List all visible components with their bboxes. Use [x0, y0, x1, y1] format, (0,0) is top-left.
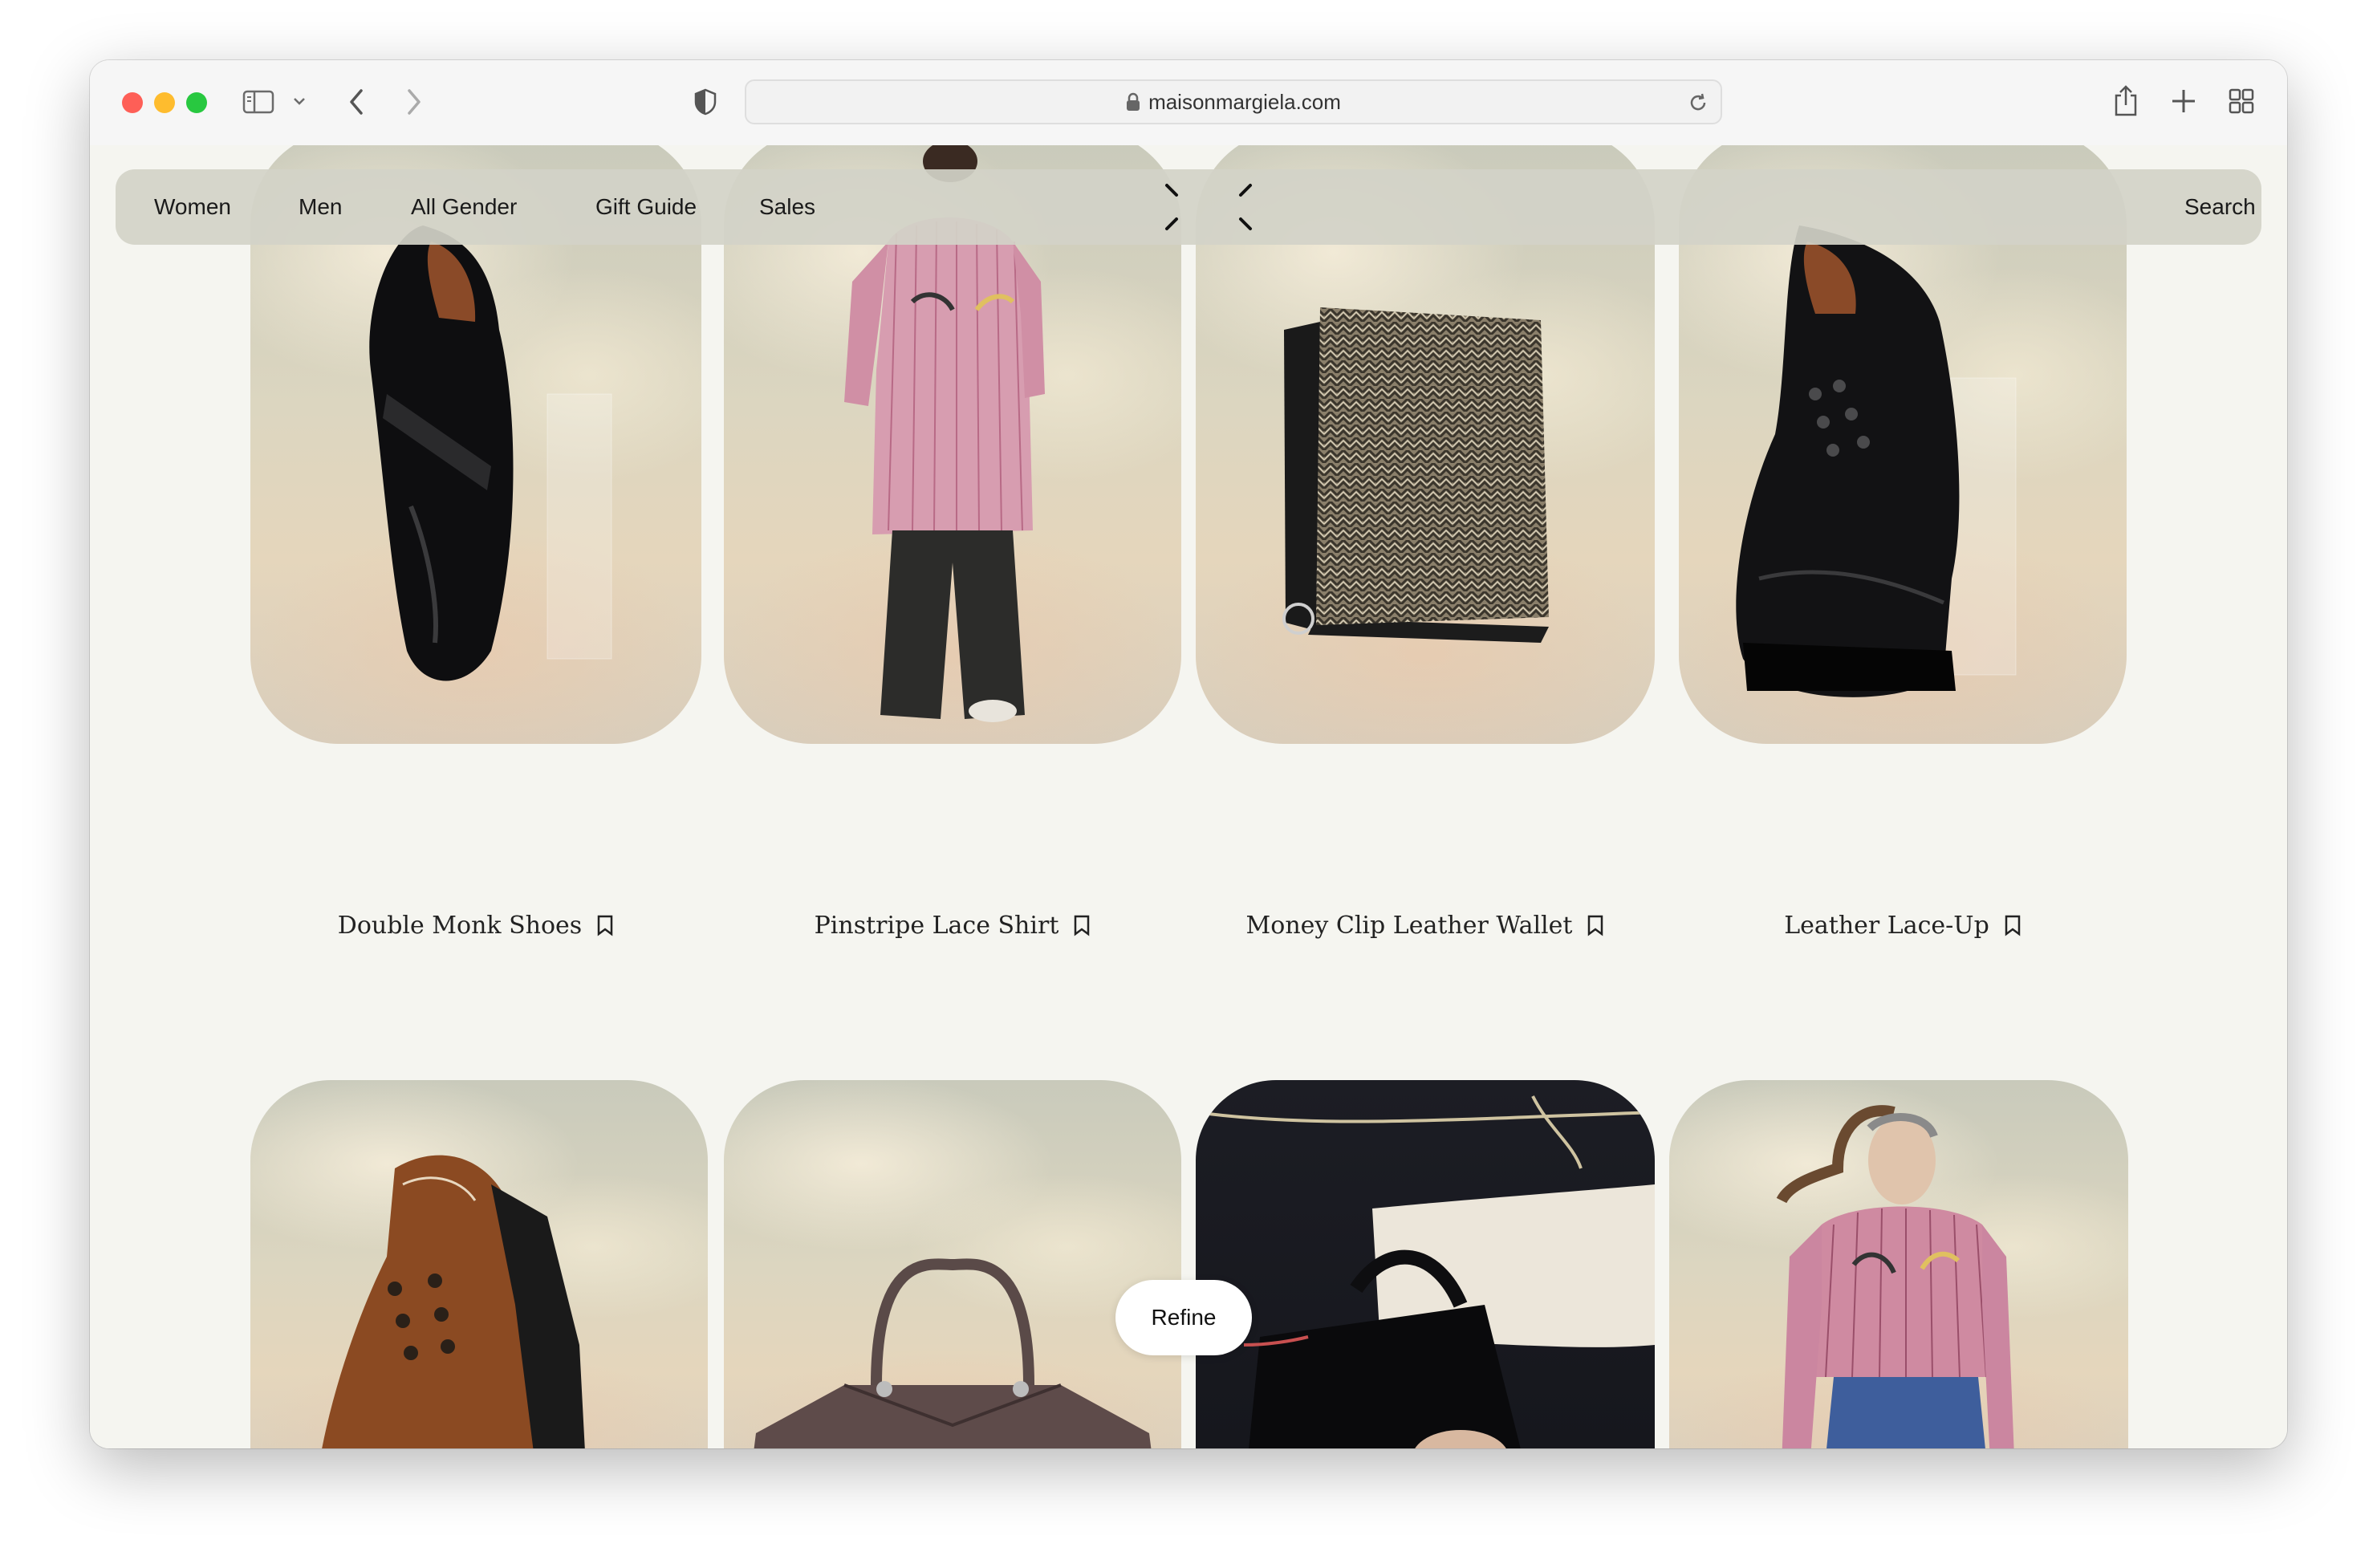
- four-stitches-logo[interactable]: [1162, 181, 1255, 234]
- product-image: [1669, 1080, 2128, 1448]
- new-tab-icon[interactable]: [2170, 87, 2197, 115]
- nav-men[interactable]: Men: [299, 169, 342, 245]
- product-caption[interactable]: Double Monk Shoes: [250, 909, 701, 941]
- page-content: Double Monk Shoes Pinstripe Lace Shirt M…: [90, 145, 2287, 1448]
- product-name: Money Clip Leather Wallet: [1245, 911, 1573, 940]
- chevron-down-icon[interactable]: [292, 95, 307, 107]
- browser-window: maisonmargiela.com Double Monk Shoes Pin…: [90, 60, 2287, 1448]
- product-card-taupe-handbag[interactable]: [724, 1080, 1181, 1448]
- bookmark-icon[interactable]: [596, 914, 614, 936]
- product-name: Pinstripe Lace Shirt: [814, 911, 1059, 940]
- product-name: Leather Lace-Up: [1784, 911, 1989, 940]
- product-name: Double Monk Shoes: [337, 911, 583, 940]
- product-card-brown-lace-up-shoe[interactable]: [250, 1080, 708, 1448]
- nav-gift-guide[interactable]: Gift Guide: [595, 169, 697, 245]
- share-icon[interactable]: [2112, 84, 2139, 118]
- product-caption[interactable]: Money Clip Leather Wallet: [1196, 909, 1655, 941]
- product-caption[interactable]: Leather Lace-Up: [1679, 909, 2127, 941]
- product-card-black-leather-bag[interactable]: [1196, 1080, 1655, 1448]
- nav-women[interactable]: Women: [154, 169, 231, 245]
- zoom-window-button[interactable]: [186, 92, 207, 113]
- refine-button[interactable]: Refine: [1115, 1280, 1252, 1355]
- address-bar[interactable]: maisonmargiela.com: [745, 79, 1722, 124]
- minimize-window-button[interactable]: [154, 92, 175, 113]
- product-image: [1196, 1080, 1655, 1448]
- close-window-button[interactable]: [122, 92, 143, 113]
- bookmark-icon[interactable]: [2004, 914, 2021, 936]
- site-navigation: Women Men All Gender Gift Guide Sales Se…: [116, 169, 2261, 245]
- shield-icon[interactable]: [693, 87, 717, 116]
- bookmark-icon[interactable]: [1587, 914, 1604, 936]
- forward-icon[interactable]: [403, 87, 424, 116]
- search-link[interactable]: Search: [2184, 169, 2256, 245]
- url-text: maisonmargiela.com: [1148, 89, 1341, 114]
- lock-icon: [1126, 92, 1140, 112]
- product-card-model-pink-shirt[interactable]: [1669, 1080, 2128, 1448]
- reload-icon[interactable]: [1687, 91, 1709, 118]
- tab-overview-icon[interactable]: [2228, 87, 2255, 115]
- back-icon[interactable]: [347, 87, 368, 116]
- browser-toolbar: maisonmargiela.com: [90, 60, 2287, 146]
- product-image: [250, 1080, 708, 1448]
- nav-sales[interactable]: Sales: [759, 169, 815, 245]
- bookmark-icon[interactable]: [1073, 914, 1091, 936]
- product-image: [724, 1080, 1181, 1448]
- sidebar-icon[interactable]: [242, 89, 274, 115]
- product-caption[interactable]: Pinstripe Lace Shirt: [724, 909, 1181, 941]
- nav-all-gender[interactable]: All Gender: [411, 169, 517, 245]
